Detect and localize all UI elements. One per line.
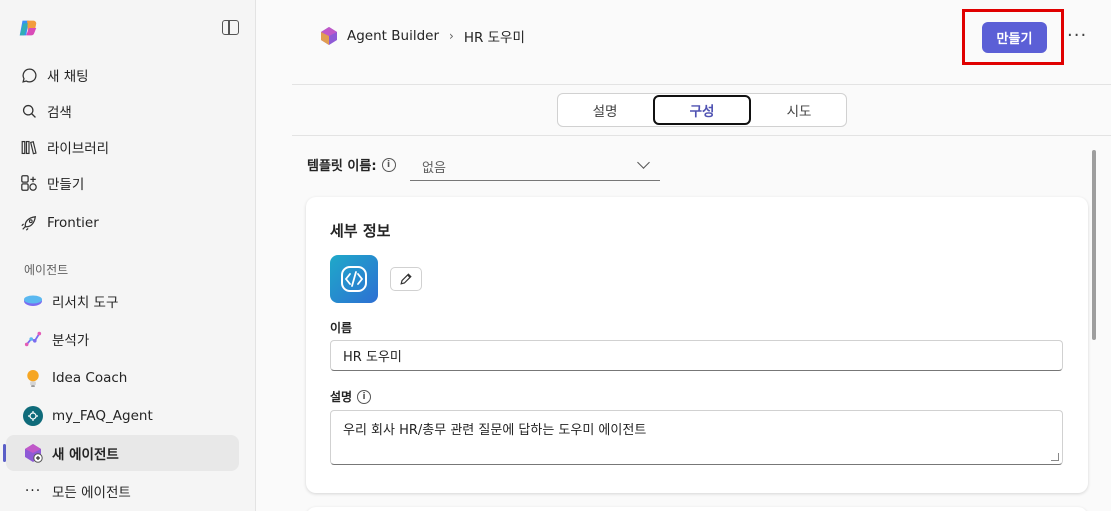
tab-list: 설명 구성 시도 <box>557 93 847 127</box>
breadcrumb-root[interactable]: Agent Builder <box>347 28 439 44</box>
lightbulb-icon <box>23 368 43 388</box>
edit-icon-button[interactable] <box>390 267 422 291</box>
rocket-icon <box>19 213 39 233</box>
scrollbar[interactable] <box>1092 150 1096 340</box>
library-icon <box>19 137 39 157</box>
agent-avatar-icon <box>330 255 378 303</box>
name-label: 이름 <box>330 321 353 335</box>
agent-label: 새 에이전트 <box>52 447 119 463</box>
resize-grip-icon[interactable] <box>1051 453 1059 461</box>
create-button[interactable]: 만들기 <box>982 22 1047 53</box>
template-label: 템플릿 이름: <box>307 159 377 174</box>
sidebar-item-create[interactable]: 만들기 <box>10 166 240 200</box>
chevron-down-icon <box>637 156 650 169</box>
sidebar-collapse-icon[interactable] <box>222 20 239 35</box>
faq-agent-icon <box>23 406 43 426</box>
breadcrumb: Agent Builder › HR 도우미 <box>319 26 525 46</box>
research-agent-icon <box>23 291 43 311</box>
tabs-divider <box>292 135 1111 136</box>
details-card: 세부 정보 이름 HR 도우미 설명 i 우리 회사 HR/총무 관련 질문에 … <box>306 197 1088 493</box>
name-input[interactable]: HR 도우미 <box>330 340 1063 371</box>
sidebar-item-search[interactable]: 검색 <box>10 94 240 128</box>
sidebar-item-frontier[interactable]: Frontier <box>10 206 240 240</box>
analyst-agent-icon <box>23 329 43 349</box>
create-icon <box>19 173 39 193</box>
sidebar-item-label: 검색 <box>47 105 72 121</box>
sidebar-agent-analyst[interactable]: 분석가 <box>6 321 239 357</box>
tab-try[interactable]: 시도 <box>752 94 846 126</box>
sidebar-item-new-chat[interactable]: 새 채팅 <box>10 58 240 92</box>
template-value: 없음 <box>422 160 446 176</box>
sidebar-agent-idea-coach[interactable]: Idea Coach <box>6 360 239 396</box>
sidebar-agent-faq[interactable]: my_FAQ_Agent <box>6 398 239 434</box>
sidebar-item-library[interactable]: 라이브러리 <box>10 130 240 164</box>
header-divider <box>292 84 1111 85</box>
agent-label: 분석가 <box>52 333 90 349</box>
sidebar-all-agents[interactable]: ··· 모든 에이전트 <box>6 473 239 509</box>
agent-label: 리서치 도구 <box>52 295 119 311</box>
sidebar-item-label: 만들기 <box>47 177 85 193</box>
new-agent-icon <box>23 443 43 463</box>
chat-bubble-icon <box>19 65 39 85</box>
chevron-right-icon: › <box>449 29 454 43</box>
agent-label: 모든 에이전트 <box>52 485 131 501</box>
more-options-icon[interactable]: ··· <box>1067 25 1087 46</box>
sidebar-item-label: Frontier <box>47 215 99 231</box>
description-label-row: 설명 i <box>330 388 372 405</box>
info-icon[interactable]: i <box>357 389 372 404</box>
sidebar-agent-new[interactable]: 새 에이전트 <box>3 435 239 471</box>
agent-builder-logo-icon <box>321 27 337 45</box>
template-dropdown[interactable]: 없음 <box>410 152 660 181</box>
sidebar-item-label: 새 채팅 <box>47 69 89 85</box>
main-panel: Agent Builder › HR 도우미 만들기 ··· 설명 구성 시도 … <box>257 0 1111 511</box>
sidebar: 새 채팅 검색 라이브러리 만들기 Frontier 에이전트 리서치 도구 분… <box>0 0 256 511</box>
description-text: 우리 회사 HR/총무 관련 질문에 답하는 도우미 에이전트 <box>343 423 647 438</box>
description-input[interactable]: 우리 회사 HR/총무 관련 질문에 답하는 도우미 에이전트 <box>330 410 1063 465</box>
details-title: 세부 정보 <box>330 222 391 240</box>
tab-description[interactable]: 설명 <box>558 94 652 126</box>
more-horizontal-icon: ··· <box>24 483 42 499</box>
sidebar-item-label: 라이브러리 <box>47 141 110 157</box>
search-icon <box>19 101 39 121</box>
next-card <box>306 507 1088 511</box>
agent-label: Idea Coach <box>52 370 128 386</box>
agent-label: my_FAQ_Agent <box>52 408 153 424</box>
copilot-logo-icon[interactable] <box>17 17 39 39</box>
pencil-icon <box>400 273 412 285</box>
template-row: 템플릿 이름: i <box>307 155 396 174</box>
sidebar-agent-research[interactable]: 리서치 도구 <box>6 283 239 319</box>
agents-section-label: 에이전트 <box>24 263 69 277</box>
breadcrumb-current: HR 도우미 <box>463 30 525 46</box>
description-label: 설명 <box>330 390 353 404</box>
info-icon[interactable]: i <box>381 157 396 172</box>
tab-configure[interactable]: 구성 <box>653 95 751 125</box>
